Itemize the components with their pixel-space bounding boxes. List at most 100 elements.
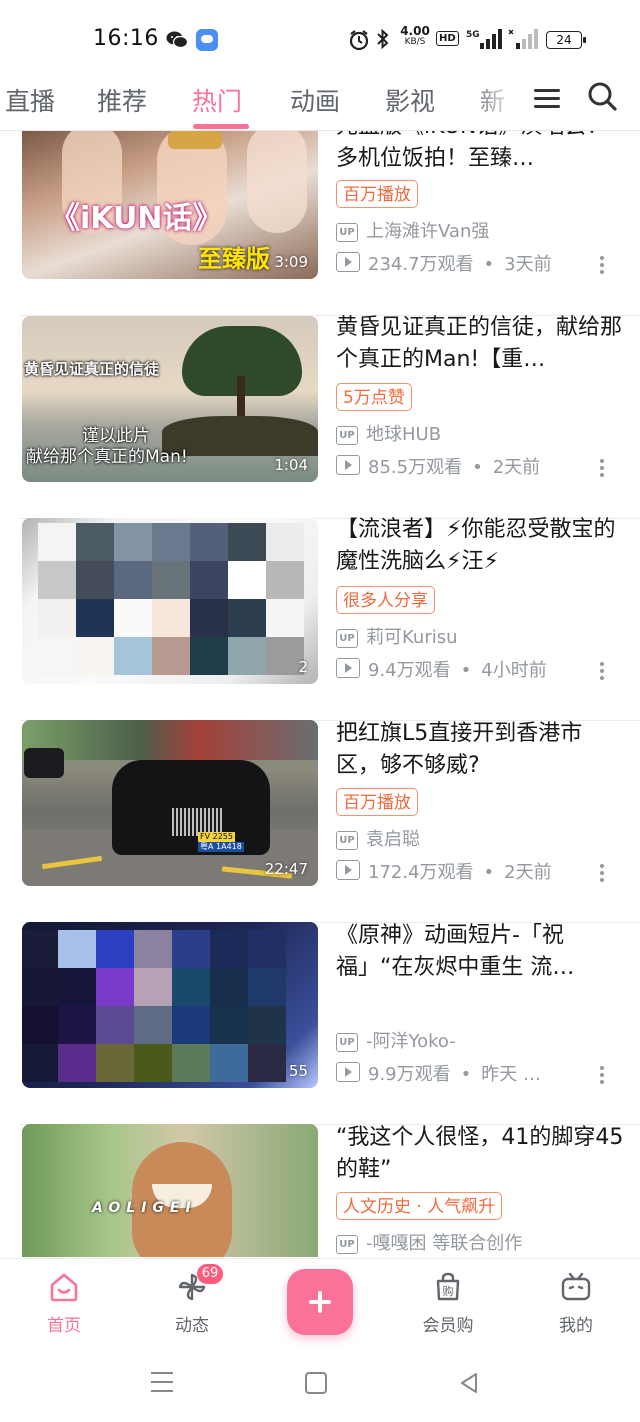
video-title[interactable]: 黄昏见证真正的信徒，献给那个真正的Man!【重…	[336, 312, 626, 376]
video-duration: 22:47	[264, 860, 308, 878]
shopping-bag-icon: 购	[436, 1272, 460, 1301]
svg-text:5G: 5G	[466, 30, 480, 40]
upload-age: 2天前	[504, 862, 552, 883]
bottom-navigation: 首页 69 动态 购 会员购 我的	[0, 1258, 640, 1349]
nav-label: 会员购	[422, 1316, 474, 1336]
more-options-icon[interactable]	[600, 256, 606, 277]
uploader-row[interactable]: UP 莉可Kurisu	[336, 626, 458, 650]
video-duration: 55	[288, 1062, 308, 1080]
more-options-icon[interactable]	[600, 1066, 606, 1087]
stats-row: 9.9万观看 • 昨天 …	[336, 1062, 541, 1087]
video-title[interactable]: “我这个人很怪，41的脚穿45的鞋”	[336, 1122, 626, 1186]
uploader-name: -阿洋Yoko-	[366, 1031, 456, 1052]
uploader-row[interactable]: UP 袁启聪	[336, 828, 420, 852]
video-thumbnail[interactable]: 2	[22, 518, 318, 684]
system-navigation-bar	[0, 1348, 640, 1422]
nav-label: 我的	[559, 1316, 593, 1336]
signal-5g-icon: 5G	[466, 29, 502, 49]
battery-indicator: 24	[546, 31, 586, 49]
view-count: 172.4万观看	[368, 862, 474, 883]
video-badge: 百万播放	[336, 180, 418, 208]
notification-badge: 69	[197, 1264, 223, 1284]
tab-film[interactable]: 影视	[385, 84, 435, 120]
uploader-row[interactable]: UP 上海滩许Van强	[336, 220, 489, 244]
nav-label: 动态	[175, 1316, 209, 1336]
post-button[interactable]	[287, 1269, 353, 1335]
video-card[interactable]: 55 《原神》动画短片-「祝福」“在灰烬中重生 流… UP -阿洋Yoko- 9.…	[0, 922, 640, 1125]
video-badge: 很多人分享	[336, 586, 435, 614]
video-card[interactable]: AOLIGEI “我这个人很怪，41的脚穿45的鞋” 人文历史 · 人气飙升 U…	[0, 1124, 640, 1257]
video-thumbnail[interactable]: AOLIGEI	[22, 1124, 318, 1257]
up-icon: UP	[336, 1235, 358, 1254]
thumbnail-caption: AOLIGEI	[92, 1200, 197, 1216]
svg-text:购: 购	[443, 1284, 454, 1298]
uploader-name: 地球HUB	[366, 424, 442, 445]
thumbnail-caption: 献给那个真正的Man!	[26, 447, 188, 467]
pixelated-image	[38, 523, 304, 675]
tv-icon	[561, 1272, 591, 1301]
nav-label: 首页	[47, 1316, 81, 1336]
back-triangle-icon[interactable]	[458, 1372, 480, 1394]
view-count: 9.4万观看	[368, 660, 451, 681]
uploader-row[interactable]: UP 地球HUB	[336, 423, 441, 447]
license-plate: FV 2255	[198, 832, 235, 842]
network-speed: 4.00 KB/S	[400, 24, 430, 47]
video-card[interactable]: 黄昏见证真正的信徒 谨以此片 献给那个真正的Man! 1:04 黄昏见证真正的信…	[0, 315, 640, 519]
upload-age: 2天前	[492, 457, 541, 478]
play-count-icon	[336, 1062, 360, 1082]
more-options-icon[interactable]	[600, 459, 606, 480]
up-icon: UP	[336, 223, 358, 242]
video-thumbnail[interactable]: 黄昏见证真正的信徒 谨以此片 献给那个真正的Man! 1:04	[22, 316, 318, 482]
thumbnail-caption: 黄昏见证真正的信徒	[24, 360, 160, 378]
recent-apps-icon[interactable]	[151, 1372, 173, 1399]
video-duration: 2	[298, 658, 308, 676]
up-icon: UP	[336, 426, 358, 445]
more-options-icon[interactable]	[600, 864, 606, 885]
up-icon: UP	[336, 831, 358, 850]
video-card[interactable]: 2 【流浪者】⚡你能忍受散宝的魔性洗脑么⚡汪⚡ 很多人分享 UP 莉可Kurisu…	[0, 517, 640, 721]
tab-hot[interactable]: 热门	[192, 84, 242, 120]
stats-row: 85.5万观看 • 2天前	[336, 455, 540, 480]
video-thumbnail[interactable]: FV 2255 粤A 1A418 22:47	[22, 720, 318, 886]
up-icon: UP	[336, 1033, 358, 1052]
video-title[interactable]: 把红旗L5直接开到香港市区，够不够威?	[336, 718, 626, 782]
search-icon[interactable]	[586, 80, 620, 114]
upload-age: 3天前	[504, 254, 552, 275]
menu-icon[interactable]	[534, 84, 560, 108]
tab-live[interactable]: 直播	[5, 84, 55, 120]
video-duration: 3:09	[274, 253, 308, 271]
more-options-icon[interactable]	[600, 662, 606, 683]
view-count: 85.5万观看	[368, 457, 463, 478]
alarm-icon	[349, 30, 369, 51]
video-title[interactable]: 元盖版《iKUN话》演唱会！多机位饭拍！至臻…	[336, 131, 626, 175]
video-duration: 1:04	[274, 456, 308, 474]
pixelated-image	[22, 930, 286, 1082]
video-badge: 百万播放	[336, 788, 418, 816]
status-time: 16:16	[93, 26, 159, 51]
thumbnail-caption: 至臻版	[198, 245, 270, 273]
category-tab-bar: 直播 推荐 热门 动画 影视 新	[0, 80, 640, 131]
video-thumbnail[interactable]: 《iKUN话》 至臻版 3:09	[22, 131, 318, 279]
video-card[interactable]: FV 2255 粤A 1A418 22:47 把红旗L5直接开到香港市区，够不够…	[0, 720, 640, 923]
play-count-icon	[336, 860, 360, 880]
upload-age: 昨天 …	[481, 1064, 541, 1085]
video-card[interactable]: 《iKUN话》 至臻版 3:09 元盖版《iKUN话》演唱会！多机位饭拍！至臻……	[0, 131, 640, 316]
tab-anime[interactable]: 动画	[290, 84, 340, 120]
video-badge: 5万点赞	[336, 383, 412, 411]
wechat-icon	[166, 31, 188, 49]
upload-age: 4小时前	[481, 660, 547, 681]
home-square-icon[interactable]	[305, 1372, 327, 1394]
signal-icon	[508, 29, 538, 49]
video-title[interactable]: 《原神》动画短片-「祝福」“在灰烬中重生 流…	[336, 920, 626, 984]
video-title[interactable]: 【流浪者】⚡你能忍受散宝的魔性洗脑么⚡汪⚡	[336, 514, 626, 578]
uploader-name: 莉可Kurisu	[366, 627, 458, 648]
up-icon: UP	[336, 629, 358, 648]
stats-row: 172.4万观看 • 2天前	[336, 860, 552, 885]
play-count-icon	[336, 252, 360, 272]
uploader-row[interactable]: UP -嘎嘎困 等联合创作	[336, 1232, 522, 1256]
license-plate: 粤A 1A418	[198, 842, 244, 852]
tab-recommend[interactable]: 推荐	[97, 84, 147, 120]
uploader-row[interactable]: UP -阿洋Yoko-	[336, 1030, 456, 1054]
video-thumbnail[interactable]: 55	[22, 922, 318, 1088]
view-count: 9.9万观看	[368, 1064, 451, 1085]
